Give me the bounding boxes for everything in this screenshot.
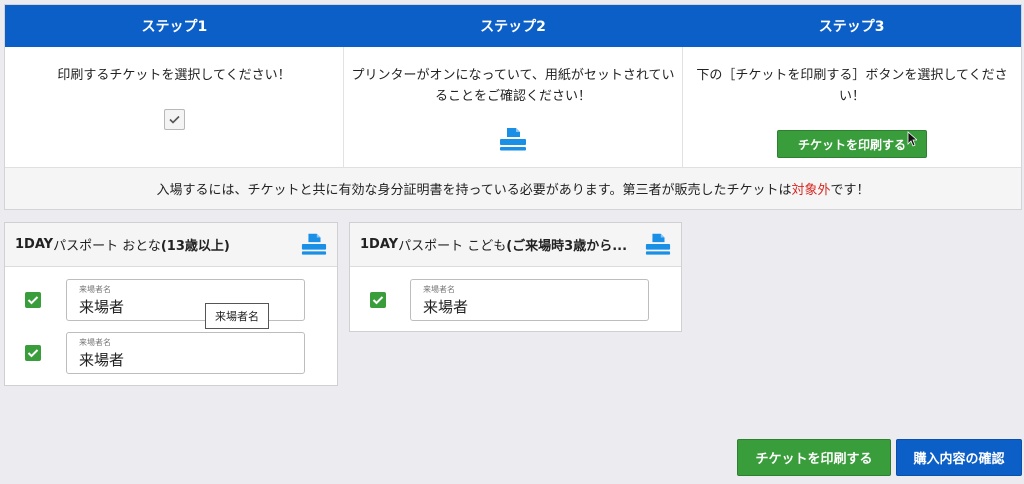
notice-text: 入場するには、チケットと共に有効な身分証明書を持っている必要があります。第三者が… <box>156 183 792 198</box>
ticket-card-adult: 1DAY パスポート おとな (13歳以上) 来場者名 来場者 来場者名 来場者 <box>4 222 338 386</box>
step3-print-button[interactable]: チケットを印刷する <box>777 130 927 158</box>
attendee-name-field[interactable]: 来場者名 来場者 <box>410 279 649 321</box>
step1-text: 印刷するチケットを選択してください！ <box>57 68 291 83</box>
attendee-name-field[interactable]: 来場者名 来場者 <box>66 279 305 321</box>
attendee-name-field[interactable]: 来場者名 来場者 <box>66 332 305 374</box>
card-title-tail: (13歳以上) <box>160 239 230 254</box>
step3-header: ステップ3 <box>818 19 885 35</box>
field-value: 来場者 <box>79 351 125 369</box>
checkbox-icon <box>164 109 185 130</box>
card-title: 1DAY パスポート おとな (13歳以上) <box>5 223 337 267</box>
step1-column: 印刷するチケットを選択してください！ <box>5 47 343 167</box>
field-value: 来場者 <box>423 298 469 316</box>
card-title-light: パスポート おとな <box>53 239 161 254</box>
step1-header: ステップ1 <box>141 19 208 35</box>
printer-icon[interactable] <box>301 232 327 256</box>
notice-highlight: 対象外 <box>791 183 831 198</box>
field-tooltip: 来場者名 <box>205 303 269 329</box>
cursor-icon <box>907 131 917 147</box>
steps-panel: ステップ1 ステップ2 ステップ3 印刷するチケットを選択してください！ プリン… <box>4 4 1022 210</box>
printer-icon[interactable] <box>645 232 671 256</box>
card-title-bold: 1DAY <box>15 237 54 252</box>
notice-text-end: です！ <box>830 183 870 198</box>
card-title-bold: 1DAY <box>360 237 399 252</box>
field-label: 来場者名 <box>423 285 455 294</box>
step2-header: ステップ2 <box>480 19 546 35</box>
field-label: 来場者名 <box>79 285 111 294</box>
confirm-purchase-button[interactable]: 購入内容の確認 <box>896 439 1022 476</box>
step2-text: プリンターがオンになっていて、用紙がセットされていることをご確認ください！ <box>351 68 675 104</box>
ticket-card-child: 1DAY パスポート こども (ご来場時3歳から... 来場者名 来場者 <box>349 222 682 332</box>
print-tickets-button[interactable]: チケットを印刷する <box>737 439 891 476</box>
attendee-checkbox[interactable] <box>25 345 41 361</box>
entry-notice: 入場するには、チケットと共に有効な身分証明書を持っている必要があります。第三者が… <box>5 167 1021 209</box>
step3-column: 下の［チケットを印刷する］ボタンを選択してください！ チケットを印刷する <box>682 47 1021 167</box>
steps-body: 印刷するチケットを選択してください！ プリンターがオンになっていて、用紙がセット… <box>5 47 1021 167</box>
card-title-light: パスポート こども <box>398 239 507 254</box>
field-label: 来場者名 <box>79 338 111 347</box>
step3-text: 下の［チケットを印刷する］ボタンを選択してください！ <box>696 68 1008 104</box>
card-title-tail: (ご来場時3歳から... <box>506 239 628 254</box>
attendee-checkbox[interactable] <box>25 292 41 308</box>
attendee-checkbox[interactable] <box>370 292 386 308</box>
steps-header: ステップ1 ステップ2 ステップ3 <box>5 5 1021 47</box>
step2-column: プリンターがオンになっていて、用紙がセットされていることをご確認ください！ <box>343 47 682 167</box>
field-value: 来場者 <box>79 298 125 316</box>
printer-icon <box>499 127 527 151</box>
card-title: 1DAY パスポート こども (ご来場時3歳から... <box>350 223 681 267</box>
